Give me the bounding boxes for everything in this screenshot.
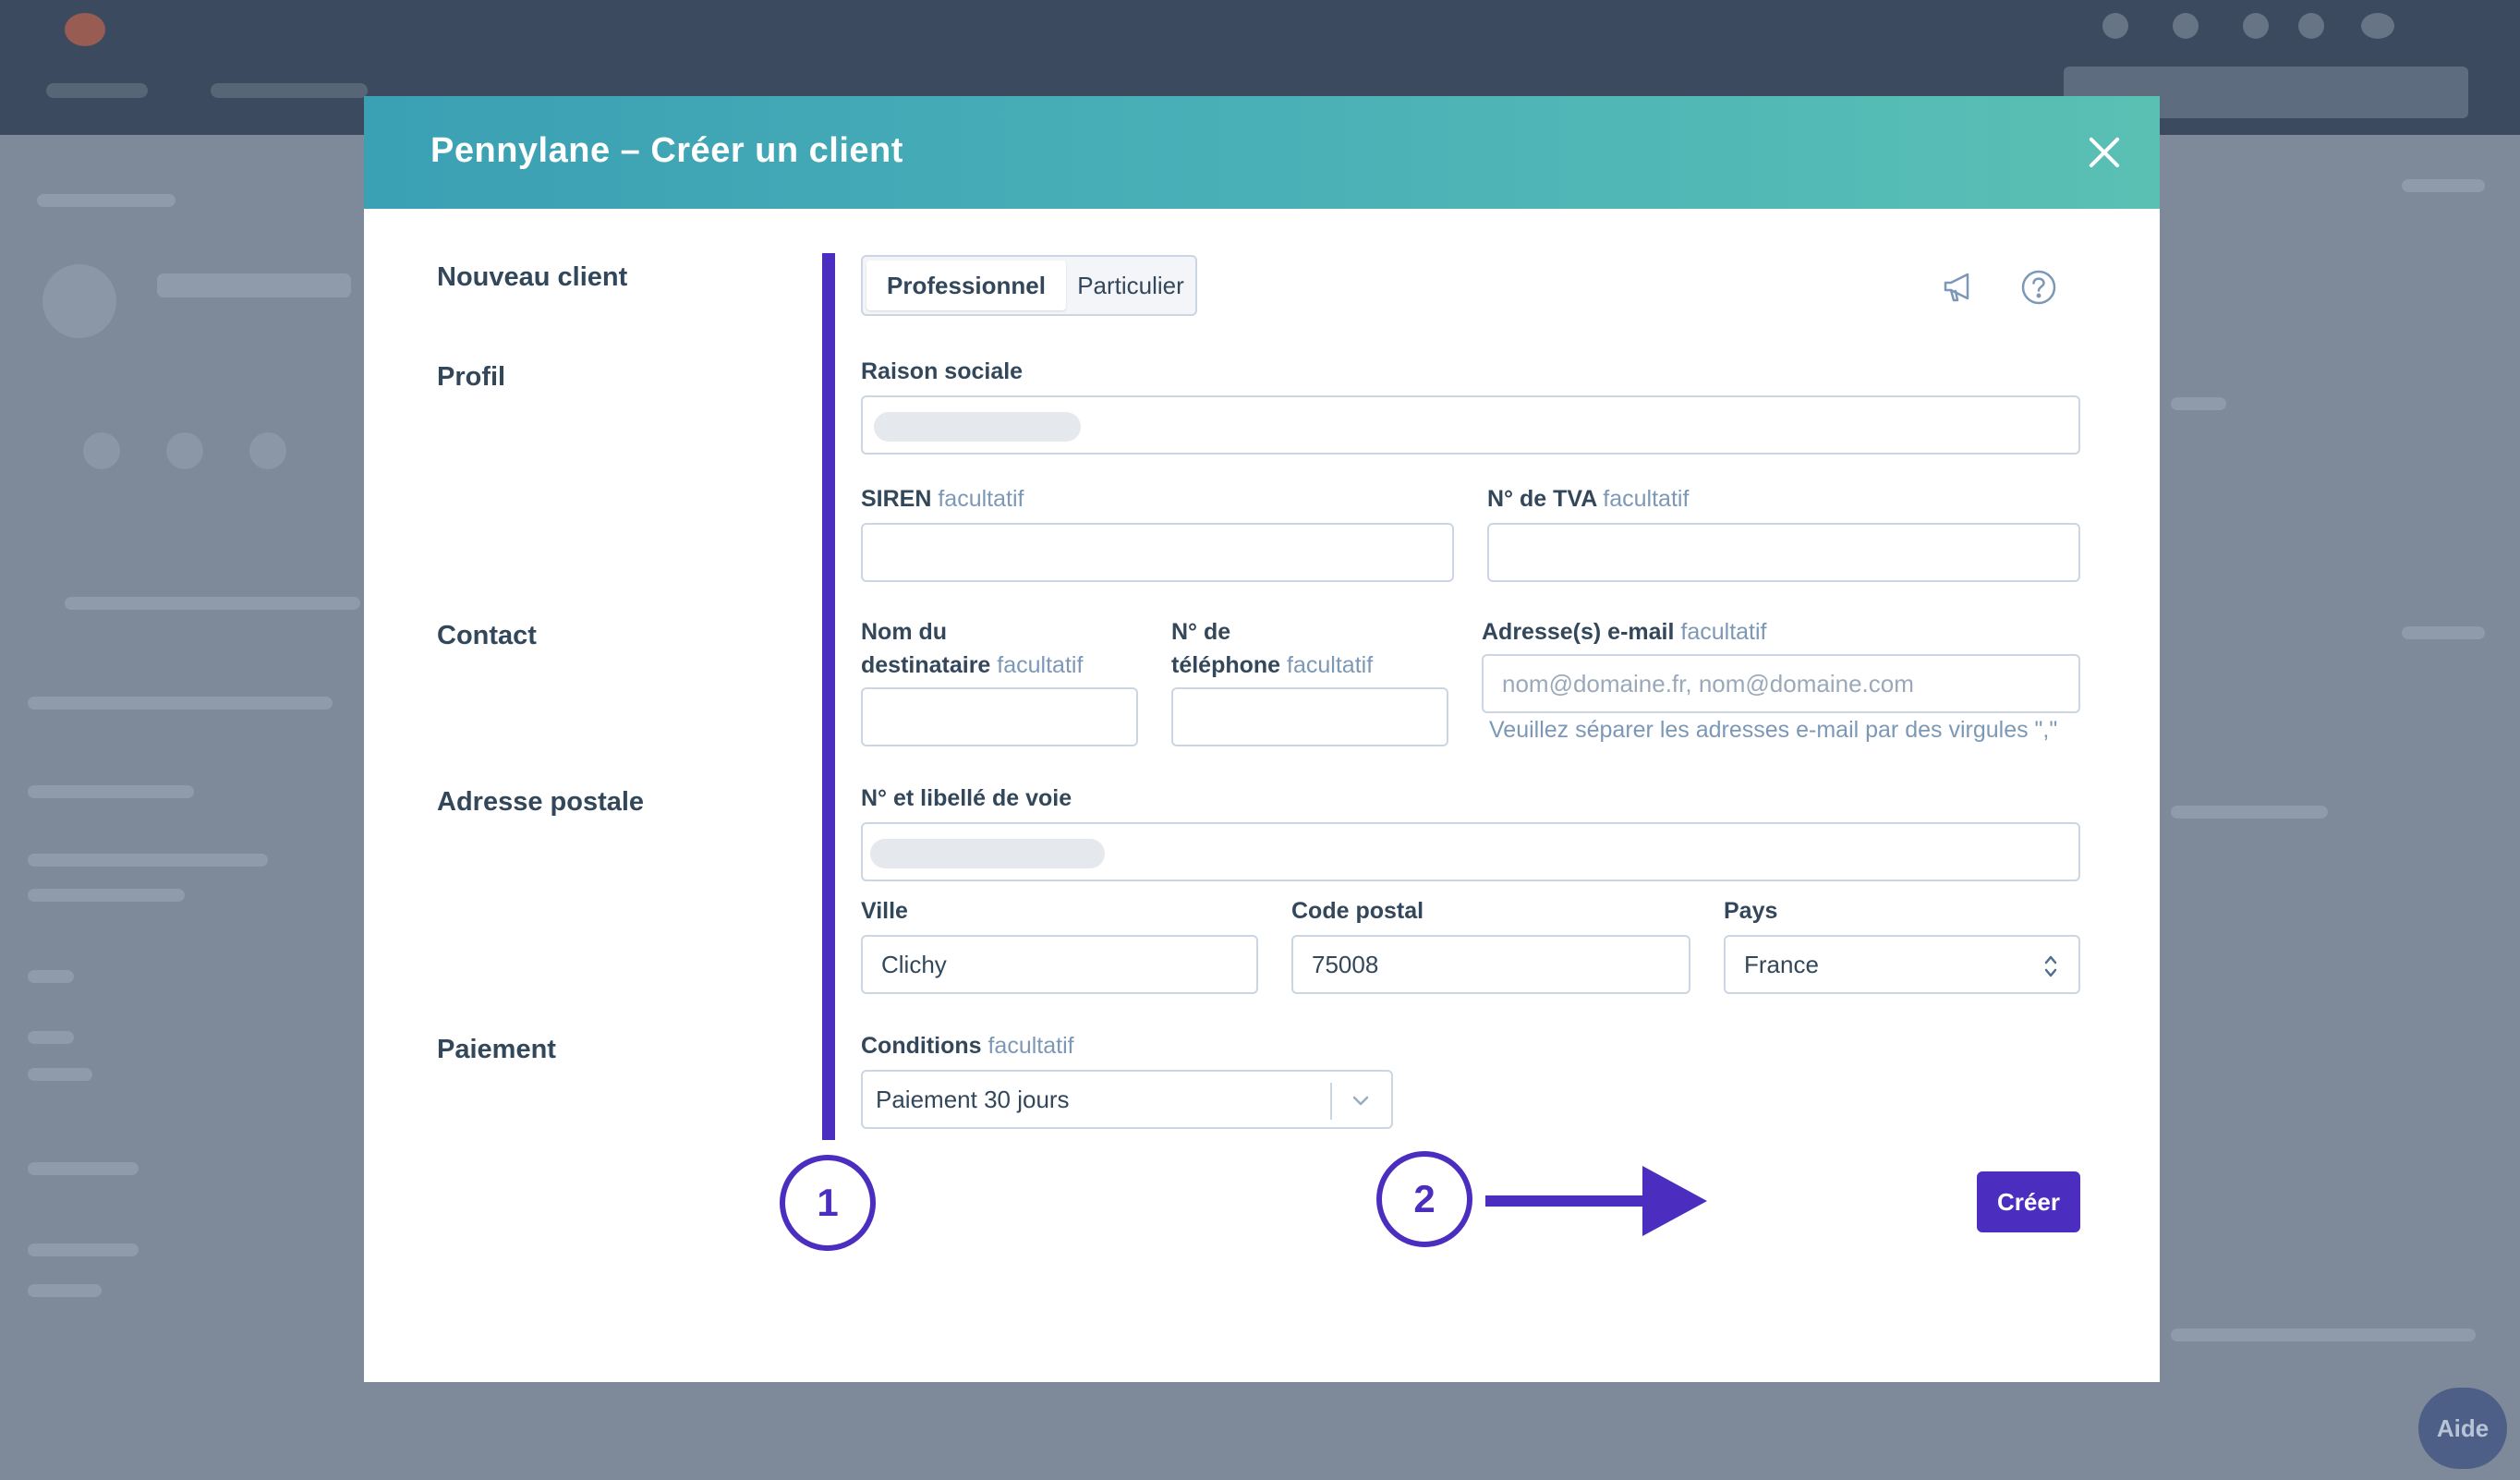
vat-field[interactable] bbox=[1487, 523, 2080, 582]
tab-professional[interactable]: Professionnel bbox=[866, 261, 1066, 310]
optional-tag: facultatif bbox=[1287, 652, 1374, 678]
bg-text bbox=[2171, 1328, 2476, 1341]
recipient-name-field[interactable] bbox=[861, 687, 1138, 746]
bg-text bbox=[28, 785, 194, 798]
vat-label-text: N° de TVA bbox=[1487, 486, 1597, 512]
optional-tag: facultatif bbox=[987, 1033, 1074, 1059]
bg-icon bbox=[2102, 13, 2128, 39]
chevron-down-icon bbox=[1352, 1096, 1369, 1106]
select-divider bbox=[1330, 1083, 1332, 1120]
phone-label-line2: téléphone bbox=[1171, 652, 1281, 678]
help-button[interactable]: Aide bbox=[2418, 1388, 2507, 1469]
siren-label-text: SIREN bbox=[861, 486, 932, 512]
phone-label: N° de téléphone facultatif bbox=[1171, 615, 1373, 682]
bg-avatar bbox=[42, 264, 116, 338]
terms-label-text: Conditions bbox=[861, 1033, 982, 1059]
bg-icon bbox=[2173, 13, 2199, 39]
optional-tag: facultatif bbox=[1603, 486, 1690, 512]
bg-text bbox=[65, 597, 360, 610]
create-button[interactable]: Créer bbox=[1977, 1171, 2080, 1232]
bg-text bbox=[28, 1068, 92, 1081]
bg-avatar bbox=[2361, 13, 2394, 39]
bg-text bbox=[2402, 626, 2485, 639]
bg-icon bbox=[83, 432, 120, 469]
country-value: France bbox=[1744, 950, 1819, 978]
section-profile: Profil bbox=[437, 362, 506, 392]
recipient-name-label-line2: destinataire bbox=[861, 652, 991, 678]
terms-label: Conditions facultatif bbox=[861, 1029, 1074, 1062]
postal-code-field[interactable]: 75008 bbox=[1291, 935, 1690, 994]
bg-text bbox=[28, 1243, 139, 1256]
street-label: N° et libellé de voie bbox=[861, 785, 1072, 811]
emails-label-text: Adresse(s) e-mail bbox=[1482, 619, 1675, 645]
section-contact: Contact bbox=[437, 621, 537, 650]
optional-tag: facultatif bbox=[938, 486, 1024, 512]
city-label: Ville bbox=[861, 898, 908, 924]
section-new-client: Nouveau client bbox=[437, 262, 628, 292]
bg-text bbox=[28, 1284, 102, 1297]
bg-text bbox=[2171, 397, 2226, 410]
emails-field[interactable]: nom@domaine.fr, nom@domaine.com bbox=[1482, 654, 2080, 713]
country-label: Pays bbox=[1724, 898, 1778, 924]
vat-label: N° de TVA facultatif bbox=[1487, 482, 1689, 516]
bg-icon bbox=[249, 432, 286, 469]
street-field[interactable] bbox=[861, 822, 2080, 881]
bg-text bbox=[28, 854, 268, 867]
siren-field[interactable] bbox=[861, 523, 1454, 582]
recipient-name-label-line1: Nom du bbox=[861, 619, 948, 645]
bg-icon bbox=[2298, 13, 2324, 39]
siren-label: SIREN facultatif bbox=[861, 482, 1024, 516]
company-name-label: Raison sociale bbox=[861, 358, 1024, 384]
megaphone-icon[interactable] bbox=[1940, 268, 1979, 307]
optional-tag: facultatif bbox=[997, 652, 1084, 678]
phone-label-line1: N° de bbox=[1171, 619, 1231, 645]
bg-text bbox=[28, 970, 74, 983]
bg-nav-item bbox=[211, 83, 368, 98]
bg-text bbox=[28, 1162, 139, 1175]
postal-code-label: Code postal bbox=[1291, 898, 1424, 924]
terms-value: Paiement 30 jours bbox=[876, 1085, 1070, 1113]
step-highlight-bar bbox=[822, 253, 835, 1140]
modal-header: Pennylane – Créer un client bbox=[364, 96, 2160, 209]
bg-text bbox=[28, 697, 333, 710]
section-address: Adresse postale bbox=[437, 787, 645, 817]
bg-icon bbox=[166, 432, 203, 469]
bg-text bbox=[28, 1031, 74, 1044]
emails-label: Adresse(s) e-mail facultatif bbox=[1482, 615, 1767, 649]
close-icon[interactable] bbox=[2084, 132, 2125, 173]
bg-icon bbox=[2243, 13, 2269, 39]
redacted-value bbox=[874, 412, 1081, 442]
select-updown-icon bbox=[2044, 955, 2057, 977]
bg-text bbox=[28, 889, 185, 902]
step-1-badge: 1 bbox=[780, 1155, 876, 1251]
emails-hint: Veuillez séparer les adresses e-mail par… bbox=[1489, 717, 2058, 743]
arrow-annotation bbox=[1485, 1166, 1707, 1236]
modal-title: Pennylane – Créer un client bbox=[430, 131, 903, 170]
phone-field[interactable] bbox=[1171, 687, 1448, 746]
bg-nav-item bbox=[46, 83, 148, 98]
tab-individual[interactable]: Particulier bbox=[1068, 261, 1193, 310]
bg-text bbox=[2171, 806, 2328, 819]
city-field[interactable]: Clichy bbox=[861, 935, 1258, 994]
bg-text bbox=[37, 194, 176, 207]
bg-text bbox=[157, 273, 351, 297]
help-circle-icon[interactable] bbox=[2019, 268, 2058, 307]
optional-tag: facultatif bbox=[1680, 619, 1767, 645]
app-logo bbox=[65, 13, 105, 46]
client-type-toggle: Professionnel Particulier bbox=[861, 255, 1197, 316]
redacted-value bbox=[870, 839, 1105, 868]
recipient-name-label: Nom du destinataire facultatif bbox=[861, 615, 1083, 682]
company-name-field[interactable] bbox=[861, 395, 2080, 455]
step-2-badge: 2 bbox=[1376, 1151, 1472, 1247]
terms-select[interactable]: Paiement 30 jours bbox=[861, 1070, 1393, 1129]
country-select[interactable]: France bbox=[1724, 935, 2080, 994]
section-payment: Paiement bbox=[437, 1035, 556, 1064]
bg-text bbox=[2402, 179, 2485, 192]
create-client-modal: Pennylane – Créer un client Nouveau clie… bbox=[364, 96, 2160, 1382]
